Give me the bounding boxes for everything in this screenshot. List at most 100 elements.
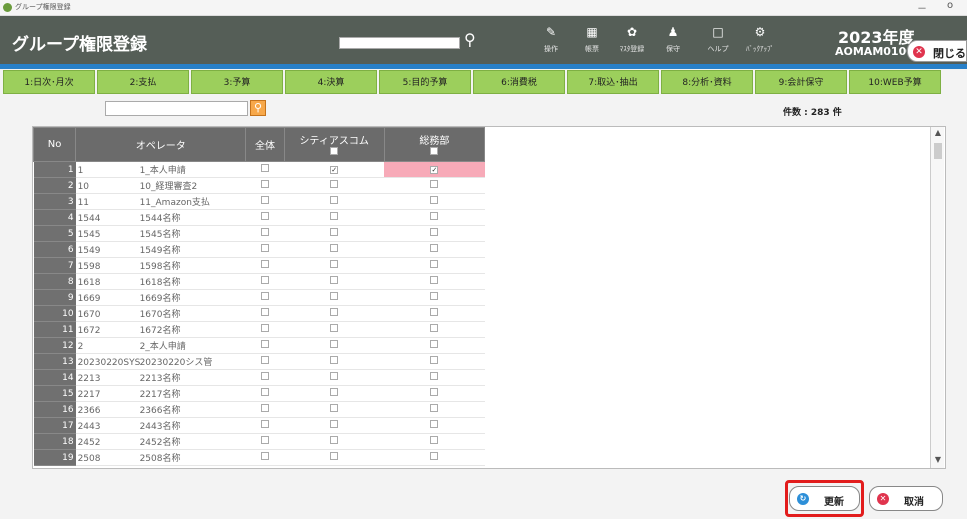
table-row[interactable]: 3 11 11_Amazon支払 [33,193,485,210]
tab-analysis[interactable]: 8:分析･資料 [661,70,753,94]
all-checkbox[interactable] [260,452,269,460]
minimize-button[interactable]: － [912,0,932,15]
general-affairs-checkbox[interactable] [430,196,439,204]
general-affairs-checkbox[interactable]: ✓ [430,165,439,174]
search-input[interactable] [339,37,460,49]
all-checkbox[interactable] [260,276,269,284]
report-button[interactable]: ▦ 帳票 [573,24,611,54]
all-checkbox[interactable] [260,388,269,396]
header-general-affairs[interactable]: 総務部 [383,127,486,162]
help-button[interactable]: □ ヘルプ [699,24,737,54]
all-checkbox[interactable] [260,244,269,252]
all-checkbox[interactable] [260,228,269,236]
tab-import-extract[interactable]: 7:取込･抽出 [567,70,659,94]
table-row[interactable]: 10 1670 1670名称 [33,305,485,322]
all-checkbox[interactable] [260,164,269,172]
table-row[interactable]: 9 1669 1669名称 [33,289,485,306]
general-affairs-checkbox[interactable] [430,388,439,396]
general-affairs-checkbox[interactable] [430,180,439,188]
vertical-scrollbar[interactable]: ▲ ▼ [930,127,944,468]
search-icon[interactable]: ⚲ [464,30,476,49]
general-affairs-checkbox[interactable] [430,404,439,412]
citiascom-checkbox[interactable] [330,324,339,332]
table-row[interactable]: 8 1618 1618名称 [33,273,485,290]
backup-button[interactable]: ⚙ ﾊﾞｯｸｱｯﾌﾟ [741,24,779,54]
table-row[interactable]: 18 2452 2452名称 [33,433,485,450]
citiascom-checkbox[interactable] [330,340,339,348]
table-row[interactable]: 5 1545 1545名称 [33,225,485,242]
table-row[interactable]: 16 2366 2366名称 [33,401,485,418]
tab-closing[interactable]: 4:決算 [285,70,377,94]
general-affairs-checkbox[interactable] [430,452,439,460]
general-affairs-checkbox[interactable] [430,244,439,252]
citiascom-checkbox[interactable] [330,356,339,364]
tab-accounting-maintenance[interactable]: 9:会計保守 [755,70,847,94]
table-row[interactable]: 6 1549 1549名称 [33,241,485,258]
filter-input[interactable] [105,101,248,116]
citiascom-checkbox[interactable] [330,276,339,284]
general-affairs-checkbox[interactable] [430,260,439,268]
citiascom-checkbox[interactable] [330,260,339,268]
all-checkbox[interactable] [260,420,269,428]
citiascom-checkbox[interactable] [330,372,339,380]
general-affairs-checkbox[interactable] [430,308,439,316]
general-affairs-all-checkbox[interactable] [430,146,439,155]
citiascom-all-checkbox[interactable] [330,146,339,155]
citiascom-checkbox[interactable] [330,212,339,220]
all-checkbox[interactable] [260,260,269,268]
table-row[interactable]: 13 20230220SYS20230220シス管 [33,353,485,370]
all-checkbox[interactable] [260,436,269,444]
citiascom-checkbox[interactable] [330,196,339,204]
citiascom-checkbox[interactable] [330,404,339,412]
scroll-down-arrow-icon[interactable]: ▼ [931,455,945,467]
citiascom-checkbox[interactable] [330,452,339,460]
citiascom-checkbox[interactable] [330,228,339,236]
restore-button[interactable]: o [940,0,960,11]
all-checkbox[interactable] [260,340,269,348]
tab-web-budget[interactable]: 10:WEB予算 [849,70,941,94]
table-row[interactable]: 17 2443 2443名称 [33,417,485,434]
table-row[interactable]: 2 10 10_経理審査2 [33,177,485,194]
general-affairs-checkbox[interactable] [430,340,439,348]
all-checkbox[interactable] [260,180,269,188]
citiascom-checkbox[interactable] [330,308,339,316]
master-register-button[interactable]: ✿ ﾏｽﾀ登録 [613,24,651,54]
citiascom-checkbox[interactable] [330,420,339,428]
table-row[interactable]: 4 1544 1544名称 [33,209,485,226]
table-row[interactable]: 15 2217 2217名称 [33,385,485,402]
all-checkbox[interactable] [260,308,269,316]
tab-consumption-tax[interactable]: 6:消費税 [473,70,565,94]
general-affairs-checkbox[interactable] [430,324,439,332]
table-row[interactable]: 7 1598 1598名称 [33,257,485,274]
general-affairs-checkbox[interactable] [430,372,439,380]
scroll-thumb[interactable] [934,143,942,159]
tab-daily-monthly[interactable]: 1:日次･月次 [3,70,95,94]
maintenance-button[interactable]: ♟ 保守 [654,24,692,54]
general-affairs-checkbox[interactable] [430,420,439,428]
citiascom-checkbox[interactable] [330,292,339,300]
tab-payment[interactable]: 2:支払 [97,70,189,94]
general-affairs-checkbox[interactable] [430,356,439,364]
operation-button[interactable]: ✎ 操作 [532,24,570,54]
table-row[interactable]: 12 2 2_本人申請 [33,337,485,354]
citiascom-checkbox[interactable] [330,388,339,396]
all-checkbox[interactable] [260,196,269,204]
scroll-up-arrow-icon[interactable]: ▲ [931,128,945,140]
general-affairs-checkbox[interactable] [430,212,439,220]
all-checkbox[interactable] [260,404,269,412]
filter-search-button[interactable]: ⚲ [250,100,266,116]
close-button[interactable]: ✕ 閉じる [907,40,967,62]
all-checkbox[interactable] [260,212,269,220]
cancel-button[interactable]: ✕ 取消 [869,486,943,511]
citiascom-checkbox[interactable] [330,436,339,444]
all-checkbox[interactable] [260,356,269,364]
general-affairs-checkbox[interactable] [430,292,439,300]
all-checkbox[interactable] [260,372,269,380]
citiascom-checkbox[interactable] [330,180,339,188]
tab-budget[interactable]: 3:予算 [191,70,283,94]
tab-purpose-budget[interactable]: 5:目的予算 [379,70,471,94]
general-affairs-checkbox[interactable] [430,276,439,284]
all-checkbox[interactable] [260,324,269,332]
table-row[interactable]: 19 2508 2508名称 [33,449,485,466]
header-citiascom[interactable]: シティアスコム [283,127,385,162]
